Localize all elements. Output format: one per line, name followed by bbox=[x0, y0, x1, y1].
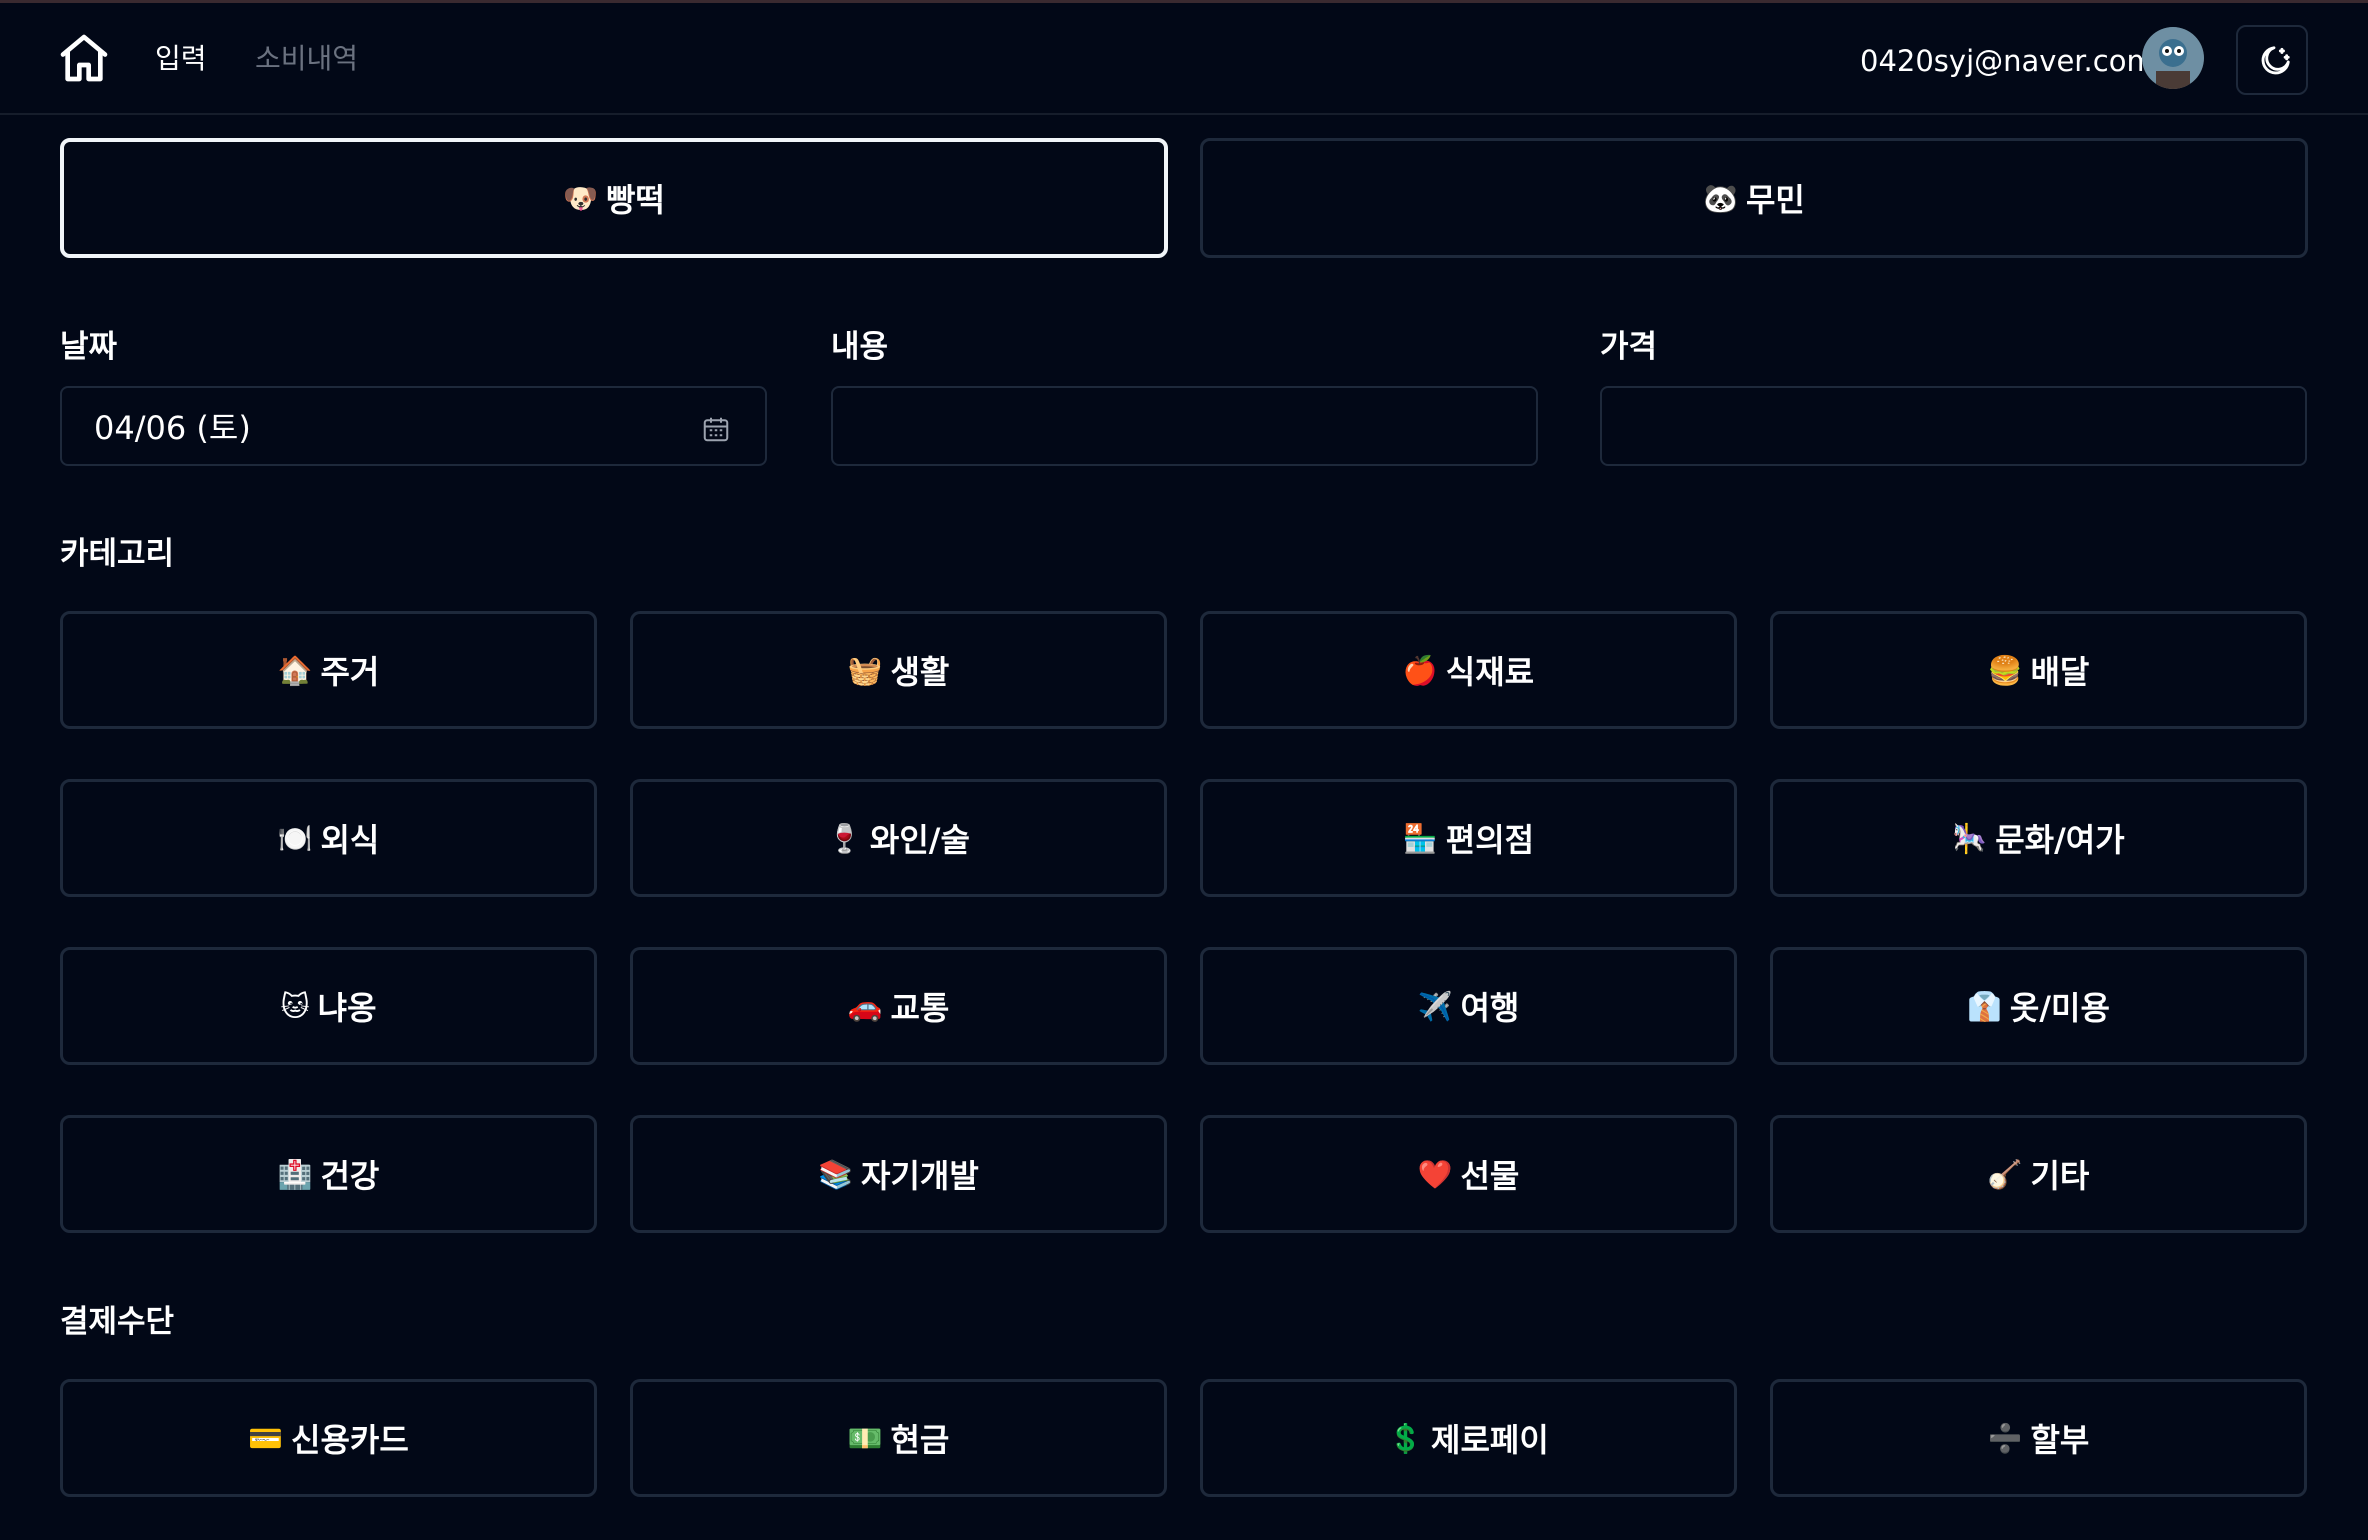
content-field bbox=[831, 386, 1538, 466]
wine-glass-icon: 🍷 bbox=[827, 821, 862, 855]
burger-icon: 🍔 bbox=[1987, 653, 2023, 687]
theme-toggle-button[interactable] bbox=[2236, 25, 2308, 95]
banknote-icon: 💵 bbox=[847, 1421, 883, 1455]
owner-label: 무민 bbox=[1745, 181, 1805, 219]
content-input[interactable] bbox=[833, 388, 1536, 464]
plate-icon: 🍽️ bbox=[277, 821, 313, 855]
category-button-other[interactable]: 🪕 기타 bbox=[1770, 1115, 2307, 1233]
payment-button-zeropay[interactable]: 💲 제로페이 bbox=[1200, 1379, 1737, 1497]
home-icon bbox=[60, 34, 108, 82]
category-button-convenience-store[interactable]: 🏪 편의점 bbox=[1200, 779, 1737, 897]
panda-icon: 🐼 bbox=[1703, 181, 1738, 215]
category-button-clothing[interactable]: 👔 옷/미용 bbox=[1770, 947, 2307, 1065]
owner-label: 빵떡 bbox=[605, 181, 665, 219]
divide-icon: ➗ bbox=[1987, 1421, 2023, 1455]
carousel-icon: 🎠 bbox=[1952, 821, 1988, 855]
price-label: 가격 bbox=[1600, 329, 1658, 365]
heart-icon: ❤️ bbox=[1417, 1157, 1453, 1191]
hospital-icon: 🏥 bbox=[277, 1157, 313, 1191]
category-button-living[interactable]: 🧺 생활 bbox=[630, 611, 1167, 729]
category-label: 문화/여가 bbox=[1995, 821, 2125, 859]
nav-link-history[interactable]: 소비내역 bbox=[255, 39, 358, 79]
cat-icon: 🐱 bbox=[280, 989, 310, 1023]
category-button-groceries[interactable]: 🍎 식재료 bbox=[1200, 611, 1737, 729]
credit-card-icon: 💳 bbox=[248, 1421, 284, 1455]
user-email: 0420syj@naver.com bbox=[1860, 44, 2155, 78]
category-label: 생활 bbox=[890, 653, 950, 691]
price-field bbox=[1600, 386, 2307, 466]
category-label: 주거 bbox=[320, 653, 380, 691]
category-button-housing[interactable]: 🏠 주거 bbox=[60, 611, 597, 729]
payment-button-installment[interactable]: ➗ 할부 bbox=[1770, 1379, 2307, 1497]
payment-title: 결제수단 bbox=[60, 1304, 175, 1340]
category-button-delivery[interactable]: 🍔 배달 bbox=[1770, 611, 2307, 729]
banjo-icon: 🪕 bbox=[1987, 1157, 2023, 1191]
category-button-self-development[interactable]: 📚 자기개발 bbox=[630, 1115, 1167, 1233]
category-label: 식재료 bbox=[1445, 653, 1535, 691]
basket-icon: 🧺 bbox=[847, 653, 883, 687]
airplane-icon: ✈️ bbox=[1417, 989, 1453, 1023]
category-label: 배달 bbox=[2030, 653, 2090, 691]
date-input[interactable] bbox=[62, 388, 765, 464]
payment-button-cash[interactable]: 💵 현금 bbox=[630, 1379, 1167, 1497]
category-label: 건강 bbox=[320, 1157, 380, 1195]
car-icon: 🚗 bbox=[847, 989, 883, 1023]
books-icon: 📚 bbox=[818, 1157, 854, 1191]
apple-icon: 🍎 bbox=[1402, 653, 1438, 687]
category-label: 와인/술 bbox=[869, 821, 970, 859]
category-label: 기타 bbox=[2030, 1157, 2090, 1195]
price-input[interactable] bbox=[1602, 388, 2305, 464]
category-label: 옷/미용 bbox=[2009, 989, 2110, 1027]
owner-button-1[interactable]: 🐼 무민 bbox=[1200, 138, 2308, 258]
category-button-cat[interactable]: 🐱 냐옹 bbox=[60, 947, 597, 1065]
category-label: 여행 bbox=[1460, 989, 1520, 1027]
dollar-sign-icon: 💲 bbox=[1388, 1421, 1424, 1455]
category-title: 카테고리 bbox=[60, 536, 175, 572]
store-icon: 🏪 bbox=[1402, 821, 1438, 855]
category-button-travel[interactable]: ✈️ 여행 bbox=[1200, 947, 1737, 1065]
category-button-culture[interactable]: 🎠 문화/여가 bbox=[1770, 779, 2307, 897]
house-icon: 🏠 bbox=[277, 653, 313, 687]
category-button-health[interactable]: 🏥 건강 bbox=[60, 1115, 597, 1233]
category-label: 교통 bbox=[890, 989, 950, 1027]
top-nav-bar: 입력 소비내역 0420syj@naver.com bbox=[0, 3, 2368, 115]
date-field bbox=[60, 386, 767, 466]
content-label: 내용 bbox=[831, 329, 889, 365]
payment-label: 현금 bbox=[890, 1421, 950, 1459]
calendar-icon[interactable] bbox=[701, 414, 731, 444]
category-button-dining-out[interactable]: 🍽️ 외식 bbox=[60, 779, 597, 897]
moon-stars-icon bbox=[2261, 46, 2290, 75]
date-label: 날짜 bbox=[60, 329, 118, 365]
avatar-image bbox=[2142, 27, 2204, 89]
payment-button-credit-card[interactable]: 💳 신용카드 bbox=[60, 1379, 597, 1497]
dog-icon: 🐶 bbox=[563, 181, 598, 215]
nav-link-input[interactable]: 입력 bbox=[155, 39, 207, 79]
payment-label: 할부 bbox=[2030, 1421, 2090, 1459]
category-label: 선물 bbox=[1460, 1157, 1520, 1195]
category-button-gift[interactable]: ❤️ 선물 bbox=[1200, 1115, 1737, 1233]
shirt-icon: 👔 bbox=[1967, 989, 2002, 1023]
category-button-transport[interactable]: 🚗 교통 bbox=[630, 947, 1167, 1065]
category-label: 자기개발 bbox=[861, 1157, 979, 1195]
category-label: 외식 bbox=[320, 821, 380, 859]
avatar[interactable] bbox=[2142, 27, 2204, 89]
payment-label: 제로페이 bbox=[1431, 1421, 1549, 1459]
owner-button-0[interactable]: 🐶 빵떡 bbox=[60, 138, 1168, 258]
category-label: 냐옹 bbox=[317, 989, 377, 1027]
home-button[interactable] bbox=[56, 30, 112, 86]
category-label: 편의점 bbox=[1445, 821, 1535, 859]
category-button-wine[interactable]: 🍷 와인/술 bbox=[630, 779, 1167, 897]
payment-label: 신용카드 bbox=[291, 1421, 409, 1459]
